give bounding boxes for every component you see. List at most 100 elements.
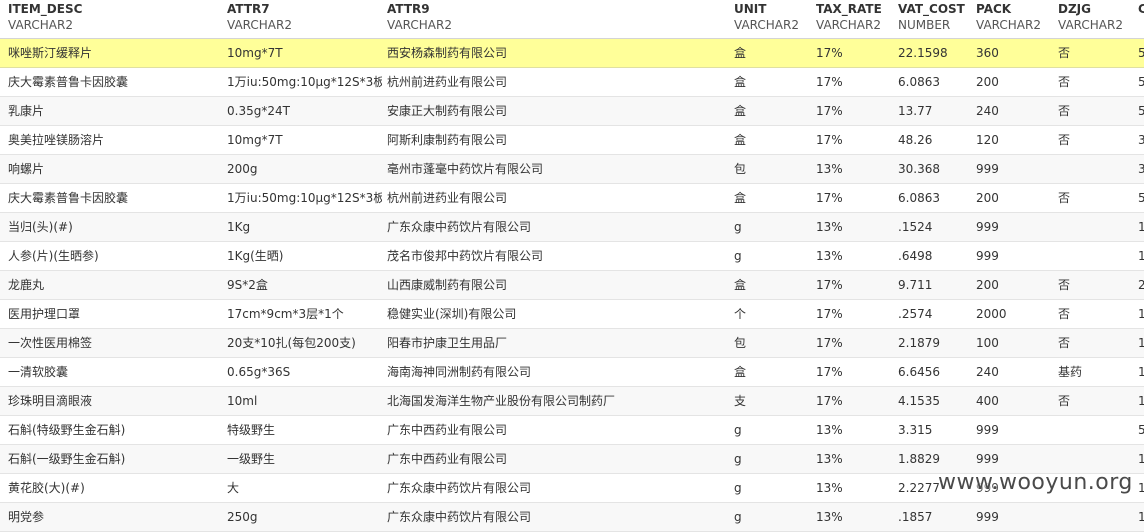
table-cell[interactable]: 22.1598: [898, 39, 972, 67]
table-cell[interactable]: 1Kg(生晒): [227, 242, 382, 270]
table-cell[interactable]: 17%: [816, 126, 894, 154]
table-cell[interactable]: 个: [734, 300, 812, 328]
table-cell[interactable]: 6.0863: [898, 184, 972, 212]
table-cell[interactable]: 17%: [816, 68, 894, 96]
table-cell[interactable]: 1: [1138, 503, 1144, 531]
table-cell[interactable]: 17%: [816, 329, 894, 357]
column-header[interactable]: UNIT VARCHAR2: [734, 2, 812, 33]
table-cell[interactable]: 基药: [1058, 358, 1134, 386]
table-cell[interactable]: 山西康威制药有限公司: [387, 271, 732, 299]
table-cell[interactable]: [1058, 242, 1134, 270]
table-cell[interactable]: 0.35g*24T: [227, 97, 382, 125]
column-header[interactable]: DZJG VARCHAR2: [1058, 2, 1134, 33]
table-cell[interactable]: 黄花胶(大)(#): [8, 474, 222, 502]
table-cell[interactable]: 400: [976, 387, 1054, 415]
table-cell[interactable]: 否: [1058, 271, 1134, 299]
table-cell[interactable]: 稳健实业(深圳)有限公司: [387, 300, 732, 328]
table-cell[interactable]: 6.6456: [898, 358, 972, 386]
table-cell[interactable]: 17%: [816, 39, 894, 67]
table-cell[interactable]: 否: [1058, 387, 1134, 415]
table-cell[interactable]: 360: [976, 39, 1054, 67]
table-row[interactable]: 珍珠明目滴眼液 10ml 北海国发海洋生物产业股份有限公司制药厂支 17% 4.1535…: [0, 387, 1144, 416]
table-row[interactable]: 一次性医用棉签 20支*10扎(每包200支) 阳春市护康卫生用品厂包 17% 2.18…: [0, 329, 1144, 358]
column-header[interactable]: VAT_COST NUMBER: [898, 2, 972, 33]
table-cell[interactable]: 安康正大制药有限公司: [387, 97, 732, 125]
table-cell[interactable]: .1857: [898, 503, 972, 531]
table-row[interactable]: 明党参 250g 广东众康中药饮片有限公司 g 13% .1857 999 1: [0, 503, 1144, 532]
table-cell[interactable]: 6.0863: [898, 68, 972, 96]
table-cell[interactable]: 盒: [734, 97, 812, 125]
table-cell[interactable]: 大: [227, 474, 382, 502]
table-cell[interactable]: 否: [1058, 300, 1134, 328]
table-cell[interactable]: 999: [976, 213, 1054, 241]
table-row[interactable]: 石斛(特级野生金石斛) 特级野生 广东中西药业有限公司 g 13% 3.315 999 5: [0, 416, 1144, 445]
table-row[interactable]: 响螺片 200g 亳州市蓬毫中药饮片有限公司包 13% 30.368 999 3: [0, 155, 1144, 184]
table-cell[interactable]: 一清软胶囊: [8, 358, 222, 386]
table-cell[interactable]: 5: [1138, 39, 1144, 67]
table-cell[interactable]: 阿斯利康制药有限公司: [387, 126, 732, 154]
table-cell[interactable]: 200: [976, 68, 1054, 96]
table-row[interactable]: 当归(头)(#) 1Kg 广东众康中药饮片有限公司 g 13% .1524 999 1: [0, 213, 1144, 242]
table-cell[interactable]: 1: [1138, 242, 1144, 270]
table-cell[interactable]: 2000: [976, 300, 1054, 328]
table-cell[interactable]: 石斛(一级野生金石斛): [8, 445, 222, 473]
table-cell[interactable]: g: [734, 445, 812, 473]
table-cell[interactable]: 杭州前进药业有限公司: [387, 68, 732, 96]
table-cell[interactable]: 999: [976, 503, 1054, 531]
table-cell[interactable]: 13%: [816, 213, 894, 241]
table-cell[interactable]: 5: [1138, 416, 1144, 444]
table-cell[interactable]: 17%: [816, 184, 894, 212]
table-cell[interactable]: 30.368: [898, 155, 972, 183]
table-cell[interactable]: 盒: [734, 68, 812, 96]
table-cell[interactable]: 广东中西药业有限公司: [387, 445, 732, 473]
table-cell[interactable]: 1万iu:50mg:10μg*12S*3板: [227, 184, 382, 212]
table-row[interactable]: 人参(片)(生晒参) 1Kg(生晒) 茂名市俊邦中药饮片有限公司 g 13% .6498 9…: [0, 242, 1144, 271]
table-cell[interactable]: 3: [1138, 126, 1144, 154]
table-cell[interactable]: 亳州市蓬毫中药饮片有限公司: [387, 155, 732, 183]
table-cell[interactable]: 广东众康中药饮片有限公司: [387, 503, 732, 531]
table-cell[interactable]: [1058, 213, 1134, 241]
table-cell[interactable]: .2574: [898, 300, 972, 328]
table-cell[interactable]: 否: [1058, 126, 1134, 154]
table-cell[interactable]: 17%: [816, 271, 894, 299]
table-cell[interactable]: 13%: [816, 155, 894, 183]
table-cell[interactable]: 1: [1138, 445, 1144, 473]
table-row[interactable]: 庆大霉素普鲁卡因胶囊 1万iu:50mg:10μg*12S*3板 杭州前进药业有限公…: [0, 68, 1144, 97]
column-header[interactable]: ATTR9 VARCHAR2: [387, 2, 732, 33]
table-cell[interactable]: 否: [1058, 97, 1134, 125]
table-cell[interactable]: 庆大霉素普鲁卡因胶囊: [8, 184, 222, 212]
table-cell[interactable]: 13%: [816, 474, 894, 502]
table-cell[interactable]: 乳康片: [8, 97, 222, 125]
table-cell[interactable]: 5: [1138, 184, 1144, 212]
table-cell[interactable]: 0.65g*36S: [227, 358, 382, 386]
table-cell[interactable]: 10mg*7T: [227, 39, 382, 67]
table-cell[interactable]: 1Kg: [227, 213, 382, 241]
column-header[interactable]: TAX_RATE VARCHAR2: [816, 2, 894, 33]
table-cell[interactable]: 盒: [734, 39, 812, 67]
table-cell[interactable]: 盒: [734, 184, 812, 212]
table-cell[interactable]: 2.1879: [898, 329, 972, 357]
table-cell[interactable]: 1: [1138, 300, 1144, 328]
table-cell[interactable]: 盒: [734, 126, 812, 154]
table-cell[interactable]: 响螺片: [8, 155, 222, 183]
table-cell[interactable]: 特级野生: [227, 416, 382, 444]
table-cell[interactable]: 广东众康中药饮片有限公司: [387, 213, 732, 241]
table-cell[interactable]: 9S*2盒: [227, 271, 382, 299]
table-cell[interactable]: 10ml: [227, 387, 382, 415]
table-cell[interactable]: 石斛(特级野生金石斛): [8, 416, 222, 444]
table-cell[interactable]: 999: [976, 242, 1054, 270]
table-cell[interactable]: 13%: [816, 242, 894, 270]
table-cell[interactable]: 珍珠明目滴眼液: [8, 387, 222, 415]
table-cell[interactable]: 明党参: [8, 503, 222, 531]
table-row[interactable]: 一清软胶囊 0.65g*36S 海南海神同洲制药有限公司盒 17% 6.6456 240 基…: [0, 358, 1144, 387]
table-cell[interactable]: 医用护理口罩: [8, 300, 222, 328]
column-header[interactable]: C: [1138, 2, 1144, 17]
table-cell[interactable]: .6498: [898, 242, 972, 270]
table-row[interactable]: 乳康片 0.35g*24T 安康正大制药有限公司盒 17% 13.77 240 否 5: [0, 97, 1144, 126]
table-cell[interactable]: 奥美拉唑镁肠溶片: [8, 126, 222, 154]
table-cell[interactable]: 200: [976, 184, 1054, 212]
table-cell[interactable]: 48.26: [898, 126, 972, 154]
table-cell[interactable]: 5: [1138, 97, 1144, 125]
table-cell[interactable]: [1058, 503, 1134, 531]
table-cell[interactable]: 13.77: [898, 97, 972, 125]
